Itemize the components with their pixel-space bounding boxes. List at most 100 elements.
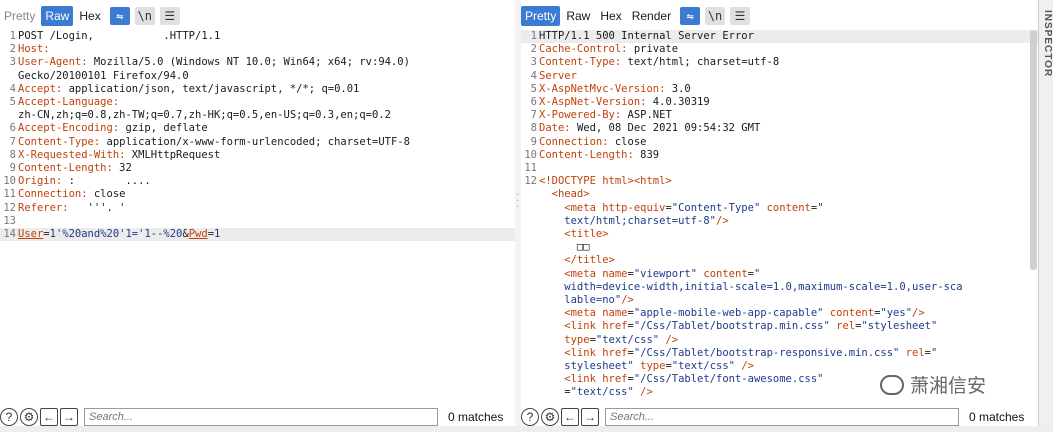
code-line[interactable]: □□ bbox=[521, 241, 1038, 254]
settings-gear-icon[interactable]: ⚙ bbox=[541, 408, 559, 426]
request-tab-hex[interactable]: Hex bbox=[75, 6, 104, 26]
code-token: Content-Length: bbox=[539, 148, 641, 161]
response-tab-hex[interactable]: Hex bbox=[596, 6, 625, 26]
code-line[interactable]: 4 Accept: application/json, text/javascri… bbox=[0, 83, 515, 96]
code-line[interactable]: <title> bbox=[521, 228, 1038, 241]
menu-icon[interactable]: ☰ bbox=[159, 7, 180, 25]
previous-arrow-icon[interactable]: ← bbox=[40, 408, 58, 426]
code-line[interactable]: width=device-width,initial-scale=1.0,max… bbox=[521, 281, 1038, 294]
request-editor[interactable]: 1 POST /Login, .HTTP/1.1 2 Host: 3 User-Agent… bbox=[0, 30, 515, 400]
line-number bbox=[521, 320, 539, 333]
settings-gear-icon[interactable]: ⚙ bbox=[20, 408, 38, 426]
code-line[interactable]: 1 POST /Login, .HTTP/1.1 bbox=[0, 30, 515, 43]
code-line[interactable]: </title> bbox=[521, 254, 1038, 267]
line-number: 7 bbox=[9, 135, 16, 148]
code-line[interactable]: 3 Content-Type: text/html; charset=utf-8 bbox=[521, 56, 1038, 69]
code-line[interactable]: text/html;charset=utf-8"/> bbox=[521, 215, 1038, 228]
code-token: 3.0 bbox=[671, 82, 691, 95]
code-line[interactable]: 2 Cache-Control: private bbox=[521, 43, 1038, 56]
code-line[interactable]: 5 X-AspNetMvc-Version: 3.0 bbox=[521, 83, 1038, 96]
request-search-input[interactable] bbox=[84, 408, 438, 426]
code-token: X-AspNetMvc-Version: bbox=[539, 82, 672, 95]
code-token: zh-CN,zh;q=0.8,zh-TW;q=0.7,zh-HK;q=0.5,e… bbox=[18, 109, 391, 122]
code-line[interactable]: 13 bbox=[0, 215, 515, 228]
code-line[interactable]: <meta name="apple-mobile-web-app-capable… bbox=[521, 307, 1038, 320]
line-number: 5 bbox=[9, 96, 16, 109]
response-editor[interactable]: 1 HTTP/1.1 500 Internal Server Error 2 Cach… bbox=[521, 30, 1038, 400]
response-tab-pretty[interactable]: Pretty bbox=[521, 6, 561, 26]
line-content: <meta http-equiv="Content-Type" content=… bbox=[539, 201, 823, 215]
code-line[interactable]: 11 bbox=[521, 162, 1038, 175]
response-scrollbar[interactable] bbox=[1030, 30, 1037, 270]
previous-arrow-icon[interactable]: ← bbox=[561, 408, 579, 426]
line-content: HTTP/1.1 500 Internal Server Error bbox=[539, 30, 754, 43]
code-line[interactable]: type="text/css" /> bbox=[521, 334, 1038, 347]
response-search-input[interactable] bbox=[605, 408, 959, 426]
response-tab-render[interactable]: Render bbox=[628, 6, 675, 26]
code-line[interactable]: 1 HTTP/1.1 500 Internal Server Error bbox=[521, 30, 1038, 44]
code-line[interactable]: 8 Date: Wed, 08 Dec 2021 09:54:32 GMT bbox=[521, 122, 1038, 135]
newline-toggle-icon[interactable]: \n bbox=[134, 7, 155, 25]
code-line[interactable]: 14 User=1'%20and%20'1='1--%20&Pwd=1 bbox=[0, 228, 515, 242]
code-line[interactable]: 10 Content-Length: 839 bbox=[521, 149, 1038, 162]
code-line[interactable]: 6 Accept-Encoding: gzip, deflate bbox=[0, 122, 515, 135]
request-tab-pretty[interactable]: Pretty bbox=[0, 6, 39, 26]
code-line[interactable]: <meta name="viewport" content=" bbox=[521, 268, 1038, 281]
code-token: <link bbox=[539, 346, 603, 359]
code-token: <meta bbox=[539, 201, 603, 214]
code-line[interactable]: <head> bbox=[521, 188, 1038, 201]
drag-handle-icon[interactable]: · · · bbox=[516, 190, 519, 212]
code-line[interactable]: <link href="/Css/Tablet/bootstrap.min.cs… bbox=[521, 320, 1038, 333]
line-number bbox=[521, 188, 539, 201]
code-line[interactable]: 4 Server bbox=[521, 70, 1038, 83]
line-number: 4 bbox=[530, 69, 537, 82]
code-token: Wed, 08 Dec 2021 09:54:32 GMT bbox=[576, 122, 761, 135]
line-content: Content-Length: 32 bbox=[18, 162, 132, 175]
help-icon[interactable]: ? bbox=[521, 408, 539, 426]
code-line[interactable]: 9 Content-Length: 32 bbox=[0, 162, 515, 175]
code-line[interactable]: 2 Host: bbox=[0, 43, 515, 56]
code-token: /> bbox=[621, 294, 634, 307]
code-token: Date: bbox=[539, 122, 577, 135]
code-token: "apple-mobile-web-app-capable" bbox=[633, 307, 830, 320]
newline-toggle-icon[interactable]: \n bbox=[705, 7, 726, 25]
response-tab-raw[interactable]: Raw bbox=[562, 6, 594, 26]
code-token: "text/css" bbox=[595, 333, 666, 346]
code-line[interactable]: 8 X-Requested-With: XMLHttpRequest bbox=[0, 149, 515, 162]
code-line[interactable]: 7 Content-Type: application/x-www-form-ur… bbox=[0, 136, 515, 149]
line-number bbox=[521, 360, 539, 373]
line-content: Accept-Encoding: gzip, deflate bbox=[18, 122, 208, 135]
code-line[interactable]: <link href="/Css/Tablet/bootstrap-respon… bbox=[521, 347, 1038, 360]
line-content: Cache-Control: private bbox=[539, 43, 678, 56]
code-token: Connection: bbox=[18, 188, 94, 201]
code-line[interactable]: 12 Referer: '''. ' bbox=[0, 202, 515, 215]
code-line[interactable]: 10 Origin: : .... bbox=[0, 175, 515, 188]
code-line[interactable]: 3 User-Agent: Mozilla/5.0 (Windows NT 10.… bbox=[0, 56, 515, 69]
code-line[interactable]: 5 Accept-Language: bbox=[0, 96, 515, 109]
code-line[interactable]: 9 Connection: close bbox=[521, 136, 1038, 149]
line-content: lable=no"/> bbox=[539, 294, 634, 307]
wrap-lines-icon[interactable]: ⇋ bbox=[680, 7, 701, 25]
line-content: X-Requested-With: XMLHttpRequest bbox=[18, 149, 220, 162]
next-arrow-icon[interactable]: → bbox=[60, 408, 78, 426]
code-token: Content-Length: bbox=[18, 162, 120, 175]
next-arrow-icon[interactable]: → bbox=[581, 408, 599, 426]
wrap-lines-icon[interactable]: ⇋ bbox=[109, 7, 130, 25]
code-line[interactable]: lable=no"/> bbox=[521, 294, 1038, 307]
code-line[interactable]: Gecko/20100101 Firefox/94.0 bbox=[0, 70, 515, 83]
line-number: 4 bbox=[9, 82, 16, 95]
request-tab-raw[interactable]: Raw bbox=[41, 6, 74, 26]
code-line[interactable]: 6 X-AspNet-Version: 4.0.30319 bbox=[521, 96, 1038, 109]
code-line[interactable]: 11 Connection: close bbox=[0, 188, 515, 201]
code-line[interactable]: 12 <!DOCTYPE html><html> bbox=[521, 175, 1038, 188]
code-line[interactable]: 7 X-Powered-By: ASP.NET bbox=[521, 109, 1038, 122]
code-line[interactable]: <meta http-equiv="Content-Type" content=… bbox=[521, 202, 1038, 215]
menu-icon[interactable]: ☰ bbox=[730, 7, 751, 25]
inspector-label[interactable]: INSPECTOR bbox=[1042, 10, 1053, 77]
line-number: 6 bbox=[9, 122, 16, 135]
line-content: <head> bbox=[539, 188, 590, 201]
code-line[interactable]: zh-CN,zh;q=0.8,zh-TW;q=0.7,zh-HK;q=0.5,e… bbox=[0, 109, 515, 122]
line-content: User=1'%20and%20'1='1--%20&Pwd=1 bbox=[18, 228, 220, 241]
response-toolbar: Pretty Raw Hex Render ⇋ \n ☰ bbox=[521, 6, 751, 26]
help-icon[interactable]: ? bbox=[0, 408, 18, 426]
